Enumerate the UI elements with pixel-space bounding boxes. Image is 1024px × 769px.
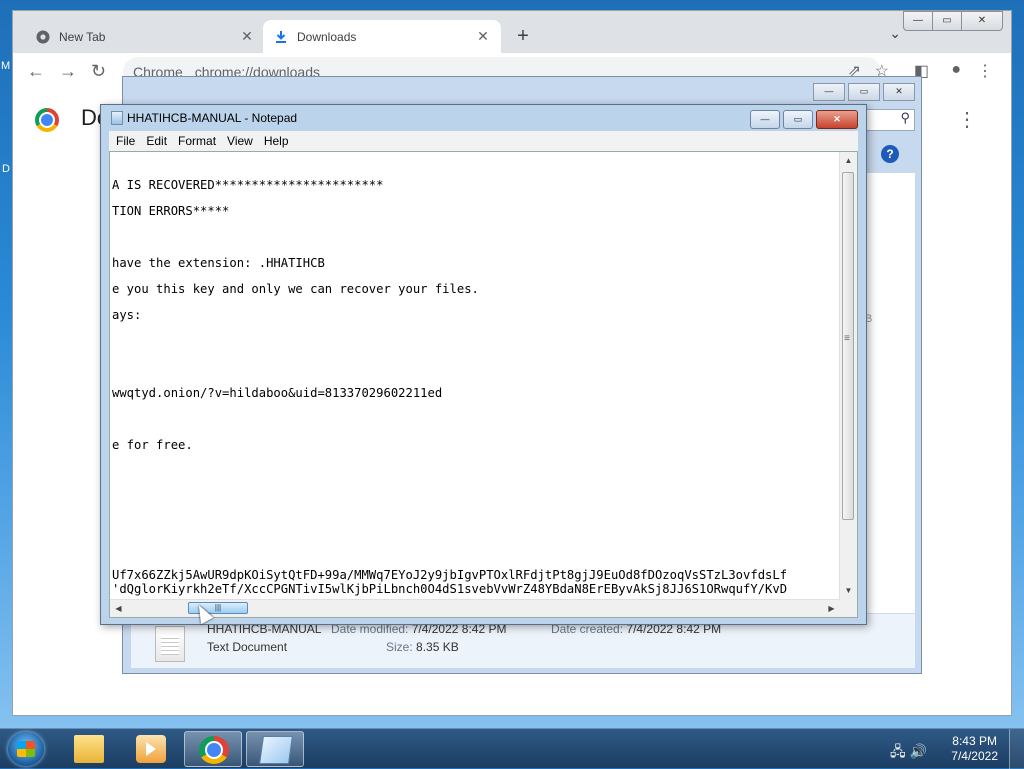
- profile-icon[interactable]: ●: [951, 61, 961, 79]
- menu-bar: File Edit Format View Help: [109, 131, 858, 151]
- clock-date: 7/4/2022: [951, 749, 998, 763]
- scroll-left-arrow-icon[interactable]: ◀: [110, 600, 127, 617]
- menu-format[interactable]: Format: [178, 134, 216, 148]
- taskbar-explorer-button[interactable]: [60, 731, 118, 767]
- chrome-menu-icon[interactable]: ⋮: [977, 61, 993, 81]
- start-button[interactable]: [8, 732, 44, 766]
- horizontal-scrollbar[interactable]: ◀ ||| ▶: [110, 599, 840, 617]
- windows-logo-icon: [17, 741, 35, 757]
- text-line: 'dQglorKiyrkh2eTf/XccCPGNTivI5wlKjbPiLbn…: [112, 582, 788, 596]
- scroll-right-arrow-icon[interactable]: ▶: [823, 600, 840, 617]
- notepad-close-button[interactable]: ✕: [816, 110, 858, 129]
- download-icon: [273, 29, 289, 45]
- tab-new-tab[interactable]: New Tab ✕: [25, 20, 265, 53]
- taskbar-chrome-button[interactable]: [184, 731, 242, 767]
- text-document-icon: [155, 626, 185, 662]
- text-line: A IS RECOVERED***********************: [112, 178, 384, 192]
- size-value: 8.35 KB: [416, 640, 459, 654]
- close-button[interactable]: ✕: [961, 11, 1003, 31]
- folder-icon: [74, 735, 104, 763]
- maximize-button[interactable]: ▭: [932, 11, 962, 31]
- chrome-logo-icon: [35, 108, 59, 132]
- text-editor[interactable]: A IS RECOVERED*********************** TI…: [109, 151, 858, 618]
- clock-time: 8:43 PM: [952, 734, 997, 748]
- minimize-button[interactable]: —: [903, 11, 933, 31]
- vertical-scroll-thumb[interactable]: [842, 172, 854, 520]
- file-size: Size: 8.35 KB: [386, 640, 459, 654]
- tab-strip: New Tab ✕ Downloads ✕ + ⌄ — ▭ ✕: [13, 11, 1011, 53]
- taskbar-notepad-button[interactable]: [246, 731, 304, 767]
- close-tab-icon[interactable]: ✕: [475, 28, 491, 45]
- text-line: e you this key and only we can recover y…: [112, 282, 479, 296]
- text-line: have the extension: .HHATIHCB: [112, 256, 325, 270]
- text-line: Uf7x66ZZkj5AwUR9dpKOiSytQtFD+99a/MMWq7EY…: [112, 568, 788, 582]
- tab-label: Downloads: [297, 29, 357, 44]
- media-player-icon: [136, 735, 166, 763]
- notepad-icon: [111, 111, 123, 125]
- clock[interactable]: 8:43 PM 7/4/2022: [951, 734, 998, 764]
- back-icon[interactable]: ←: [27, 61, 45, 82]
- new-tab-button[interactable]: +: [513, 25, 533, 48]
- chrome-icon: [35, 29, 51, 45]
- taskbar: 🖧 🔊 8:43 PM 7/4/2022: [0, 728, 1024, 769]
- size-label: Size:: [386, 640, 413, 654]
- tab-downloads[interactable]: Downloads ✕: [263, 20, 501, 53]
- taskbar-media-player-button[interactable]: [122, 731, 180, 767]
- help-icon[interactable]: ?: [881, 145, 899, 163]
- desktop-icon-label-fragment: M: [1, 60, 11, 72]
- scrollbar-corner: [840, 599, 857, 617]
- tab-search-icon[interactable]: ⌄: [889, 25, 901, 42]
- more-actions-icon[interactable]: ⋮: [957, 107, 977, 132]
- menu-view[interactable]: View: [227, 134, 253, 148]
- text-line: wwqtyd.onion/?v=hildaboo&uid=81337029602…: [112, 386, 443, 400]
- file-type: Text Document: [207, 640, 288, 654]
- notepad-minimize-button[interactable]: —: [750, 110, 780, 129]
- window-title: HHATIHCB-MANUAL - Notepad: [127, 111, 298, 125]
- system-tray-icons[interactable]: 🖧 🔊: [890, 741, 927, 765]
- explorer-minimize-button[interactable]: —: [813, 83, 845, 101]
- notepad-window-controls: — ▭ ✕: [747, 110, 858, 129]
- text-line: TION ERRORS*****: [112, 204, 230, 218]
- explorer-close-button[interactable]: ✕: [883, 83, 915, 101]
- show-desktop-button[interactable]: [1009, 729, 1024, 769]
- document-text[interactable]: A IS RECOVERED*********************** TI…: [112, 152, 839, 599]
- notepad-icon: [259, 736, 293, 764]
- window-controls: — ▭ ✕: [903, 11, 1003, 31]
- notepad-maximize-button[interactable]: ▭: [783, 110, 813, 129]
- scroll-down-arrow-icon[interactable]: ▼: [840, 582, 857, 599]
- text-line: e for free.: [112, 438, 193, 452]
- chrome-icon: [199, 736, 229, 764]
- vertical-scrollbar[interactable]: ▲ ▼: [839, 152, 857, 599]
- desktop-icon-label-fragment: D: [2, 163, 10, 175]
- close-tab-icon[interactable]: ✕: [239, 28, 255, 45]
- notepad-window: HHATIHCB-MANUAL - Notepad — ▭ ✕ File Edi…: [100, 104, 867, 625]
- explorer-window-controls: — ▭ ✕: [810, 83, 915, 101]
- explorer-maximize-button[interactable]: ▭: [848, 83, 880, 101]
- menu-file[interactable]: File: [116, 134, 135, 148]
- forward-icon[interactable]: →: [59, 61, 77, 82]
- menu-help[interactable]: Help: [264, 134, 289, 148]
- menu-edit[interactable]: Edit: [146, 134, 167, 148]
- search-icon[interactable]: ⚲: [865, 109, 915, 131]
- text-line: ays:: [112, 308, 142, 322]
- scroll-up-arrow-icon[interactable]: ▲: [840, 152, 857, 169]
- reload-icon[interactable]: ↻: [91, 61, 106, 82]
- tab-label: New Tab: [59, 29, 106, 44]
